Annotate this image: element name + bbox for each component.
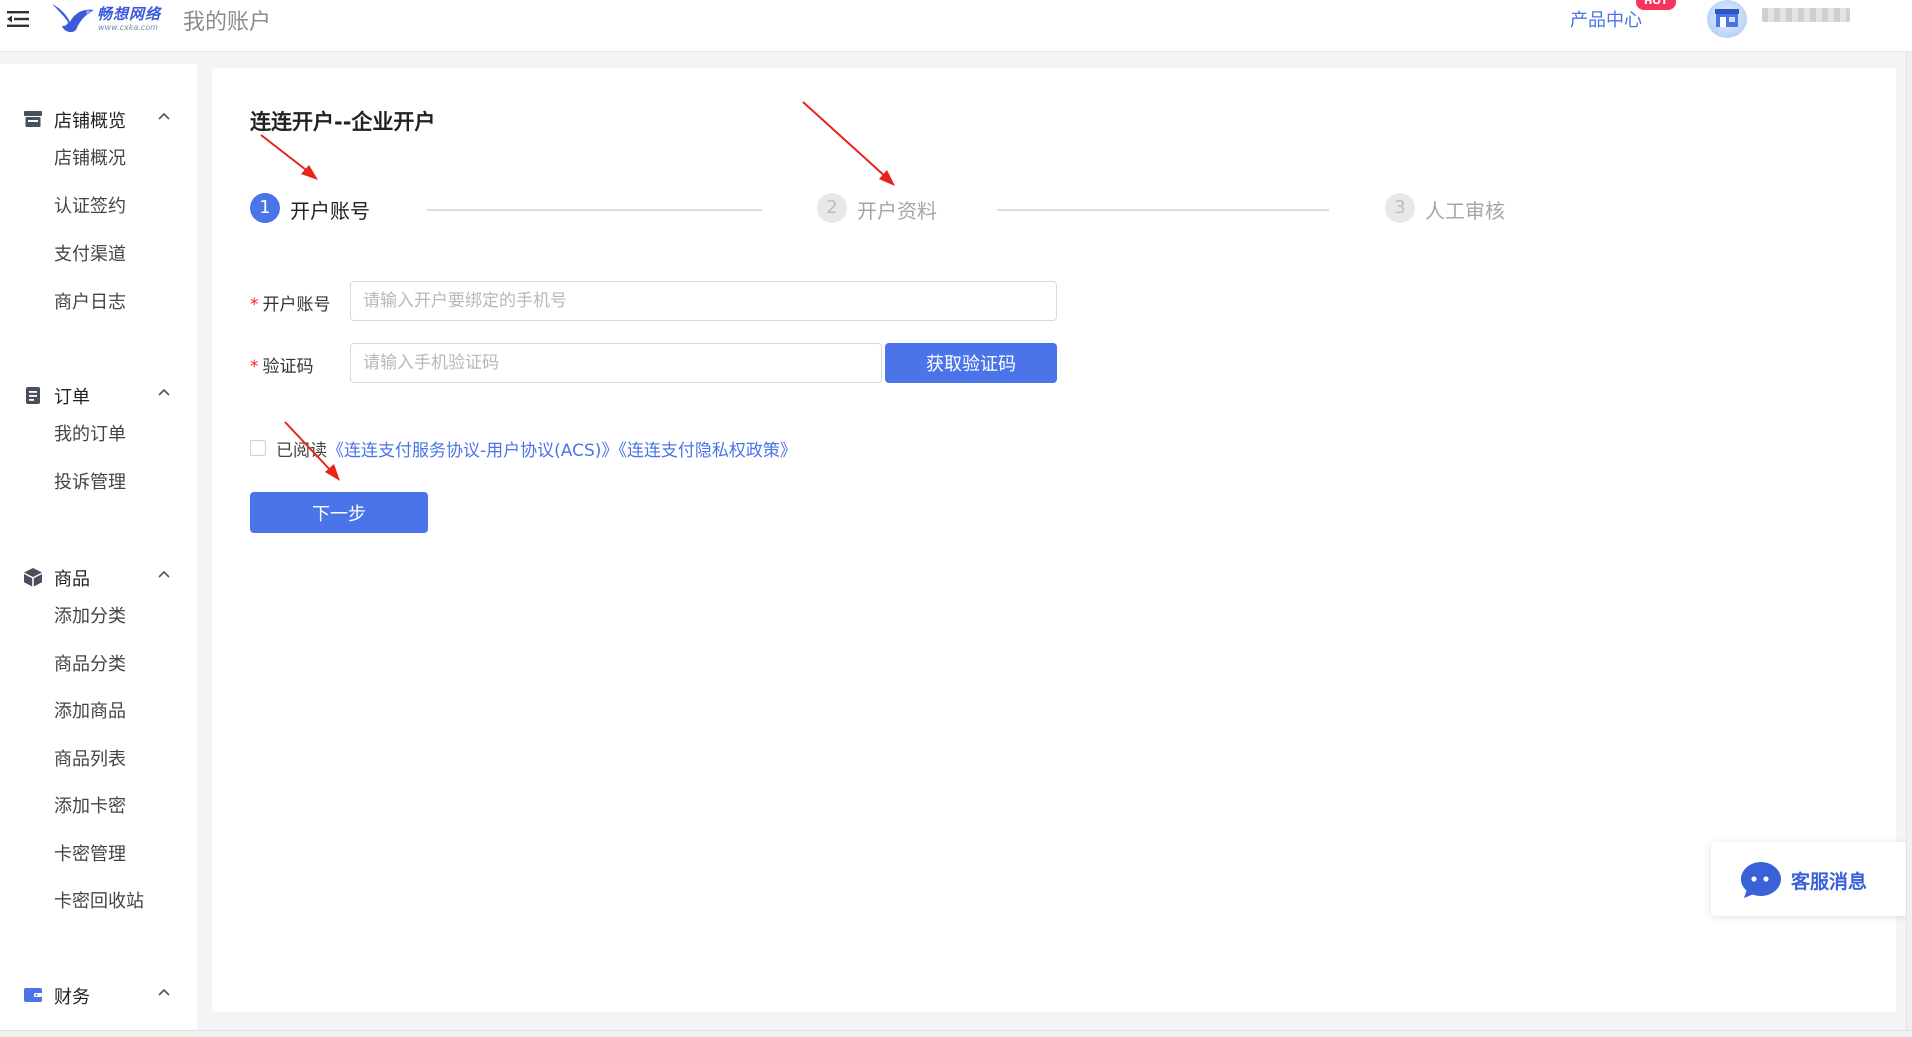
step-3-number: 3 bbox=[1385, 193, 1415, 223]
step-1-number: 1 bbox=[250, 193, 280, 223]
step-2-number: 2 bbox=[817, 193, 847, 223]
sidebar-group-orders[interactable]: 订单 bbox=[0, 374, 197, 414]
account-phone-input[interactable] bbox=[350, 281, 1057, 321]
username[interactable]: username bbox=[1762, 8, 1850, 22]
chevron-up-icon bbox=[158, 988, 170, 996]
step-2-label: 开户资料 bbox=[857, 199, 937, 223]
form-title: 连连开户--企业开户 bbox=[250, 110, 436, 134]
sidebar-group-label: 订单 bbox=[54, 387, 90, 408]
menu-toggle-icon[interactable] bbox=[6, 8, 30, 30]
wallet-icon bbox=[24, 988, 42, 1002]
page-scrollbar[interactable] bbox=[1906, 52, 1912, 1037]
sidebar-item-complaints[interactable]: 投诉管理 bbox=[54, 468, 184, 498]
sidebar-group-label: 财务 bbox=[54, 987, 90, 1008]
main-content: 连连开户--企业开户 1 开户账号 2 开户资料 3 人工审核 *开户账号 *验… bbox=[212, 68, 1896, 1012]
page-title: 我的账户 bbox=[183, 10, 272, 35]
sidebar-item-add-product[interactable]: 添加商品 bbox=[54, 697, 184, 727]
account-field-label: * 开户账号 bbox=[250, 295, 331, 315]
sidebar-item-card-key-management[interactable]: 卡密管理 bbox=[54, 840, 184, 870]
sidebar-group-finance[interactable]: 财务 bbox=[0, 974, 197, 1014]
sidebar-group-label: 店铺概览 bbox=[54, 111, 126, 132]
code-field-label: * 验证码 bbox=[250, 357, 314, 377]
get-verification-code-button[interactable]: 获取验证码 bbox=[885, 343, 1057, 383]
chevron-up-icon bbox=[158, 570, 170, 578]
step-connector bbox=[427, 209, 762, 211]
customer-service-widget[interactable]: 客服消息 bbox=[1711, 842, 1908, 916]
customer-service-label: 客服消息 bbox=[1791, 871, 1868, 893]
agreement-text: 已阅读《连连支付服务协议-用户协议(ACS)》《连连支付隐私权政策》 bbox=[276, 441, 797, 461]
store-icon bbox=[24, 111, 42, 127]
chevron-up-icon bbox=[158, 388, 170, 396]
sidebar-item-add-category[interactable]: 添加分类 bbox=[54, 602, 184, 632]
top-header: 畅想网络 www.cxka.com 我的账户 产品中心 HOT username bbox=[0, 0, 1912, 52]
clipboard-icon bbox=[26, 387, 40, 404]
step-1-label: 开户账号 bbox=[290, 199, 370, 223]
shop-avatar-icon bbox=[1715, 9, 1739, 27]
chat-bubble-icon bbox=[1741, 862, 1781, 898]
logo-subtext: www.cxka.com bbox=[98, 23, 158, 32]
sidebar-item-store-overview[interactable]: 店铺概况 bbox=[54, 144, 184, 174]
required-asterisk: * bbox=[250, 357, 259, 377]
logo-text: 畅想网络 bbox=[97, 5, 162, 23]
sidebar-group-store-overview[interactable]: 店铺概览 bbox=[0, 98, 197, 138]
step-3-label: 人工审核 bbox=[1425, 199, 1505, 223]
sidebar-item-product-categories[interactable]: 商品分类 bbox=[54, 650, 184, 680]
required-asterisk: * bbox=[250, 295, 259, 315]
privacy-policy-link[interactable]: 《连连支付隐私权政策》 bbox=[618, 441, 797, 461]
sidebar-item-my-orders[interactable]: 我的订单 bbox=[54, 420, 184, 450]
box-icon bbox=[24, 568, 42, 587]
sidebar-item-payment-channels[interactable]: 支付渠道 bbox=[54, 240, 184, 270]
next-step-button[interactable]: 下一步 bbox=[250, 492, 428, 533]
sidebar-group-products[interactable]: 商品 bbox=[0, 556, 197, 596]
step-connector bbox=[997, 209, 1329, 211]
sidebar-item-card-key-recycle-bin[interactable]: 卡密回收站 bbox=[54, 887, 184, 917]
verification-code-input[interactable] bbox=[350, 343, 882, 383]
hot-badge: HOT bbox=[1636, 0, 1676, 10]
agreement-checkbox[interactable] bbox=[250, 440, 266, 456]
page-bottom-edge bbox=[0, 1030, 1912, 1037]
sidebar-item-merchant-log[interactable]: 商户日志 bbox=[54, 288, 184, 318]
sidebar: 店铺概览 店铺概况 认证签约 支付渠道 商户日志 订单 我的订单 投诉管理 商品… bbox=[0, 64, 197, 1037]
chevron-up-icon bbox=[158, 112, 170, 120]
avatar[interactable] bbox=[1707, 0, 1747, 38]
sidebar-group-label: 商品 bbox=[54, 569, 90, 590]
sidebar-item-product-list[interactable]: 商品列表 bbox=[54, 745, 184, 775]
sidebar-item-certification[interactable]: 认证签约 bbox=[54, 192, 184, 222]
sidebar-item-add-card-key[interactable]: 添加卡密 bbox=[54, 792, 184, 822]
product-center-link[interactable]: 产品中心 bbox=[1570, 6, 1642, 32]
service-agreement-link[interactable]: 《连连支付服务协议-用户协议(ACS)》 bbox=[327, 441, 618, 461]
